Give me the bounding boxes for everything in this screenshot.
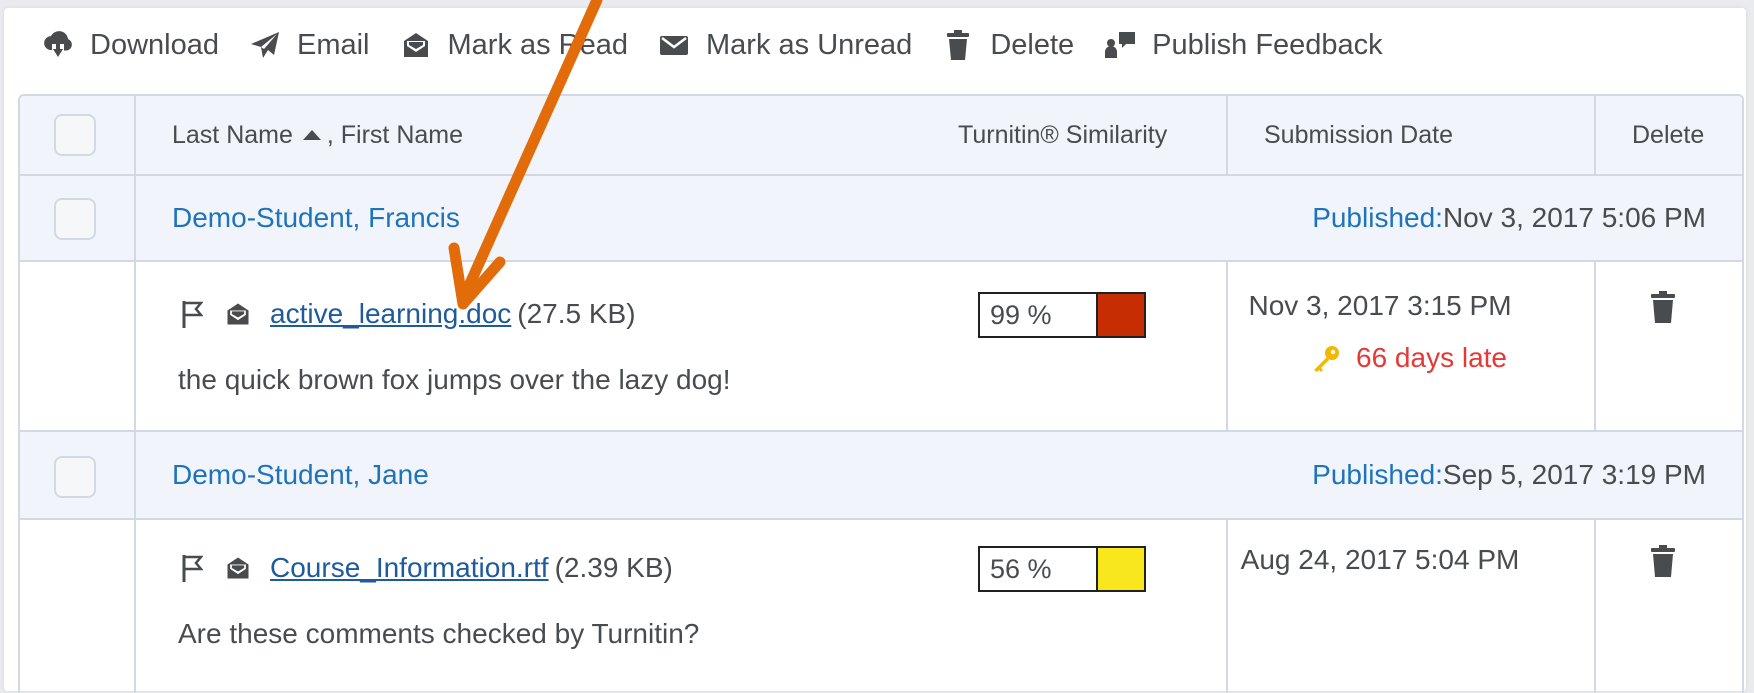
- table-header-row: Last Name , First Name Turnitin® Similar…: [20, 96, 1742, 176]
- delete-submission-button[interactable]: [1650, 544, 1676, 578]
- published-date: Nov 3, 2017 5:06 PM: [1442, 202, 1706, 233]
- last-name-header[interactable]: Last Name , First Name: [172, 96, 463, 174]
- mark-as-unread-label: Mark as Unread: [706, 28, 913, 61]
- trash-icon: [940, 30, 976, 60]
- submission-date-header: Submission Date: [1264, 120, 1453, 149]
- file-size: (2.39 KB): [554, 552, 673, 583]
- submission-row: active_learning.doc (27.5 KB) the quick …: [20, 262, 1742, 432]
- trash-icon: [1651, 291, 1675, 323]
- read-envelope-icon: [224, 299, 252, 329]
- student-name-link[interactable]: Demo-Student, Francis: [172, 176, 460, 260]
- column-divider: [1594, 520, 1596, 693]
- student-select-cell: [20, 176, 136, 260]
- column-divider: [1226, 262, 1228, 430]
- delete-header: Delete: [1632, 120, 1705, 149]
- read-envelope-icon: [224, 553, 252, 583]
- sort-up-icon: [302, 130, 321, 140]
- delete-submission-button[interactable]: [1650, 290, 1676, 324]
- publish-feedback-button[interactable]: Publish Feedback: [1102, 29, 1383, 62]
- student-select-cell: [20, 432, 136, 518]
- published-label: Published:: [1312, 202, 1443, 233]
- cloud-download-icon: [40, 30, 76, 60]
- submission-file: Course_Information.rtf (2.39 KB): [178, 546, 673, 590]
- file-link[interactable]: Course_Information.rtf: [270, 552, 549, 584]
- envelope-icon: [656, 30, 692, 60]
- email-button[interactable]: Email: [247, 29, 370, 62]
- student-row: Demo-Student, Jane Published: Sep 5, 201…: [20, 432, 1742, 520]
- similarity-score[interactable]: 99 %: [978, 292, 1146, 338]
- mark-as-unread-button[interactable]: Mark as Unread: [656, 29, 912, 62]
- late-text: 66 days late: [1356, 342, 1507, 373]
- submission-date: Aug 24, 2017 5:04 PM: [1240, 544, 1520, 575]
- download-button[interactable]: Download: [40, 29, 219, 62]
- key-icon: [1310, 343, 1342, 373]
- envelope-open-icon: [398, 30, 434, 60]
- student-row: Demo-Student, Francis Published: Nov 3, …: [20, 176, 1742, 262]
- paper-plane-icon: [247, 30, 283, 60]
- trash-icon: [1651, 545, 1675, 577]
- student-checkbox[interactable]: [54, 456, 96, 498]
- empty-cell: [20, 262, 136, 430]
- email-label: Email: [296, 28, 370, 61]
- file-size: (27.5 KB): [517, 298, 636, 329]
- published-status: Published: Sep 5, 2017 3:19 PM: [1312, 432, 1706, 518]
- similarity-color-bar: [1098, 294, 1144, 336]
- publish-feedback-icon: [1102, 30, 1138, 60]
- submissions-table: Last Name , First Name Turnitin® Similar…: [18, 94, 1744, 693]
- select-all-checkbox[interactable]: [54, 114, 96, 156]
- delete-button[interactable]: Delete: [940, 29, 1074, 62]
- file-link[interactable]: active_learning.doc: [270, 298, 511, 330]
- flag-icon[interactable]: [178, 553, 206, 583]
- similarity-percent: 99 %: [980, 294, 1098, 336]
- column-divider: [1594, 96, 1596, 174]
- select-all-cell: [20, 96, 136, 174]
- similarity-header: Turnitin® Similarity: [958, 120, 1168, 149]
- flag-icon[interactable]: [178, 299, 206, 329]
- similarity-score[interactable]: 56 %: [978, 546, 1146, 592]
- column-divider: [1226, 520, 1228, 693]
- published-status: Published: Nov 3, 2017 5:06 PM: [1312, 176, 1706, 260]
- submission-date: Nov 3, 2017 3:15 PM: [1248, 290, 1512, 321]
- submission-comment: the quick brown fox jumps over the lazy …: [178, 364, 731, 395]
- similarity-color-bar: [1098, 548, 1144, 590]
- first-name-header-label: , First Name: [326, 120, 464, 149]
- action-toolbar: Download Email Mark as Read Mark as Unre…: [40, 26, 1411, 64]
- late-indicator: 66 days late: [1310, 338, 1507, 378]
- last-name-header-label: Last Name: [172, 120, 293, 149]
- publish-feedback-label: Publish Feedback: [1152, 28, 1383, 61]
- delete-label: Delete: [990, 28, 1075, 61]
- submission-comment: Are these comments checked by Turnitin?: [178, 618, 700, 649]
- published-label: Published:: [1312, 459, 1443, 490]
- submission-row: Course_Information.rtf (2.39 KB) Are the…: [20, 520, 1742, 693]
- submission-file: active_learning.doc (27.5 KB): [178, 292, 636, 336]
- empty-cell: [20, 520, 136, 693]
- student-name-link[interactable]: Demo-Student, Jane: [172, 432, 429, 518]
- mark-as-read-label: Mark as Read: [447, 28, 629, 61]
- download-label: Download: [90, 28, 219, 61]
- column-divider: [1226, 96, 1228, 174]
- similarity-percent: 56 %: [980, 548, 1098, 590]
- published-date: Sep 5, 2017 3:19 PM: [1442, 459, 1706, 490]
- mark-as-read-button[interactable]: Mark as Read: [398, 28, 629, 62]
- student-checkbox[interactable]: [54, 198, 96, 240]
- column-divider: [1594, 262, 1596, 430]
